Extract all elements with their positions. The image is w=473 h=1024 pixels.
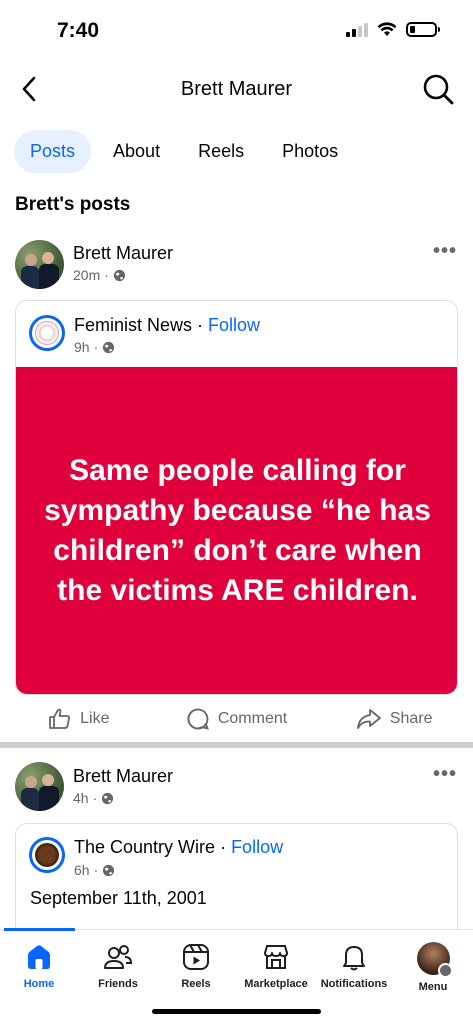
post-meta: 4h ·	[73, 790, 114, 806]
nav-home[interactable]: Home	[10, 942, 68, 990]
nav-notifications-label: Notifications	[320, 978, 388, 990]
shared-post-text: September 11th, 2001	[30, 888, 207, 908]
signal-icon	[346, 22, 368, 37]
avatar[interactable]	[15, 762, 64, 811]
comment-label: Comment	[217, 710, 288, 727]
section-title: Brett's posts	[15, 194, 131, 215]
shared-post-time: 6h	[74, 862, 90, 878]
active-tab-indicator	[4, 928, 75, 931]
status-icons	[346, 22, 440, 37]
friends-icon	[104, 945, 133, 969]
shared-page-name: Feminist News · Follow	[74, 315, 261, 335]
nav-notifications[interactable]: Notifications	[316, 942, 392, 990]
nav-marketplace-label: Marketplace	[244, 978, 308, 990]
page-title: Brett Maurer	[180, 78, 293, 100]
nav-home-label: Home	[23, 978, 55, 990]
shared-post-meta: 9h ·	[74, 339, 115, 355]
like-icon	[49, 708, 71, 729]
page-logo[interactable]	[29, 837, 65, 873]
more-options-button[interactable]: •••	[433, 763, 457, 786]
search-icon	[423, 74, 454, 105]
quote-text: Same people calling for sympathy because…	[44, 454, 431, 607]
share-label: Share	[389, 710, 433, 727]
post-author[interactable]: Brett Maurer	[73, 766, 173, 787]
nav-marketplace[interactable]: Marketplace	[238, 942, 314, 990]
avatar[interactable]	[15, 240, 64, 289]
post-actions: Like Comment Share	[0, 697, 473, 741]
search-button[interactable]	[421, 72, 455, 106]
share-button[interactable]: Share	[315, 697, 473, 741]
top-bar: Brett Maurer	[0, 60, 473, 118]
marketplace-icon	[264, 945, 288, 969]
post-divider	[0, 742, 473, 748]
post-meta: 20m ·	[73, 267, 126, 283]
nav-reels[interactable]: Reels	[167, 942, 225, 990]
tab-posts[interactable]: Posts	[14, 130, 92, 173]
post-time: 20m	[73, 267, 101, 283]
nav-friends[interactable]: Friends	[89, 942, 147, 990]
tab-photos[interactable]: Photos	[266, 130, 354, 173]
bell-icon	[343, 946, 365, 971]
shared-page-name: The Country Wire · Follow	[74, 837, 284, 857]
page-name-text[interactable]: The Country Wire	[74, 837, 215, 857]
globe-icon	[102, 792, 114, 804]
comment-button[interactable]: Comment	[158, 697, 316, 741]
post-author[interactable]: Brett Maurer	[73, 243, 173, 264]
globe-icon	[103, 864, 115, 876]
like-label: Like	[80, 710, 110, 727]
follow-button[interactable]: Follow	[208, 315, 260, 335]
page-logo[interactable]	[29, 315, 65, 351]
nav-menu[interactable]: Menu	[404, 942, 462, 993]
wifi-icon	[377, 22, 397, 36]
share-icon	[356, 709, 381, 729]
status-bar: 7:40	[0, 0, 473, 60]
comment-icon	[187, 708, 209, 730]
profile-tabs: Posts About Reels Photos	[14, 130, 354, 173]
shared-post-meta: 6h ·	[74, 862, 115, 878]
status-time: 7:40	[57, 19, 100, 42]
post-time: 4h	[73, 790, 89, 806]
battery-icon	[406, 22, 440, 37]
tab-about[interactable]: About	[97, 130, 176, 173]
home-icon	[28, 945, 50, 969]
follow-button[interactable]: Follow	[231, 837, 283, 857]
shared-post-card[interactable]: Feminist News · Follow 9h · Same people …	[15, 300, 458, 695]
globe-icon	[113, 269, 125, 281]
nav-menu-label: Menu	[418, 981, 448, 993]
reels-icon	[183, 944, 209, 970]
menu-badge-icon	[437, 963, 453, 978]
avatar	[416, 942, 453, 978]
page-name-text[interactable]: Feminist News	[74, 315, 192, 335]
shared-post-time: 9h	[74, 339, 90, 355]
more-options-button[interactable]: •••	[433, 240, 457, 263]
nav-friends-label: Friends	[98, 978, 138, 990]
tab-reels[interactable]: Reels	[182, 130, 260, 173]
like-button[interactable]: Like	[0, 697, 158, 741]
nav-reels-label: Reels	[181, 978, 211, 990]
shared-post-card[interactable]: The Country Wire · Follow 6h · September…	[15, 823, 458, 943]
globe-icon	[103, 341, 115, 353]
bottom-nav: Home Friends Reels Marketplace Notificat…	[0, 928, 473, 1024]
quote-image[interactable]: Same people calling for sympathy because…	[16, 367, 457, 694]
home-indicator	[152, 1009, 321, 1014]
